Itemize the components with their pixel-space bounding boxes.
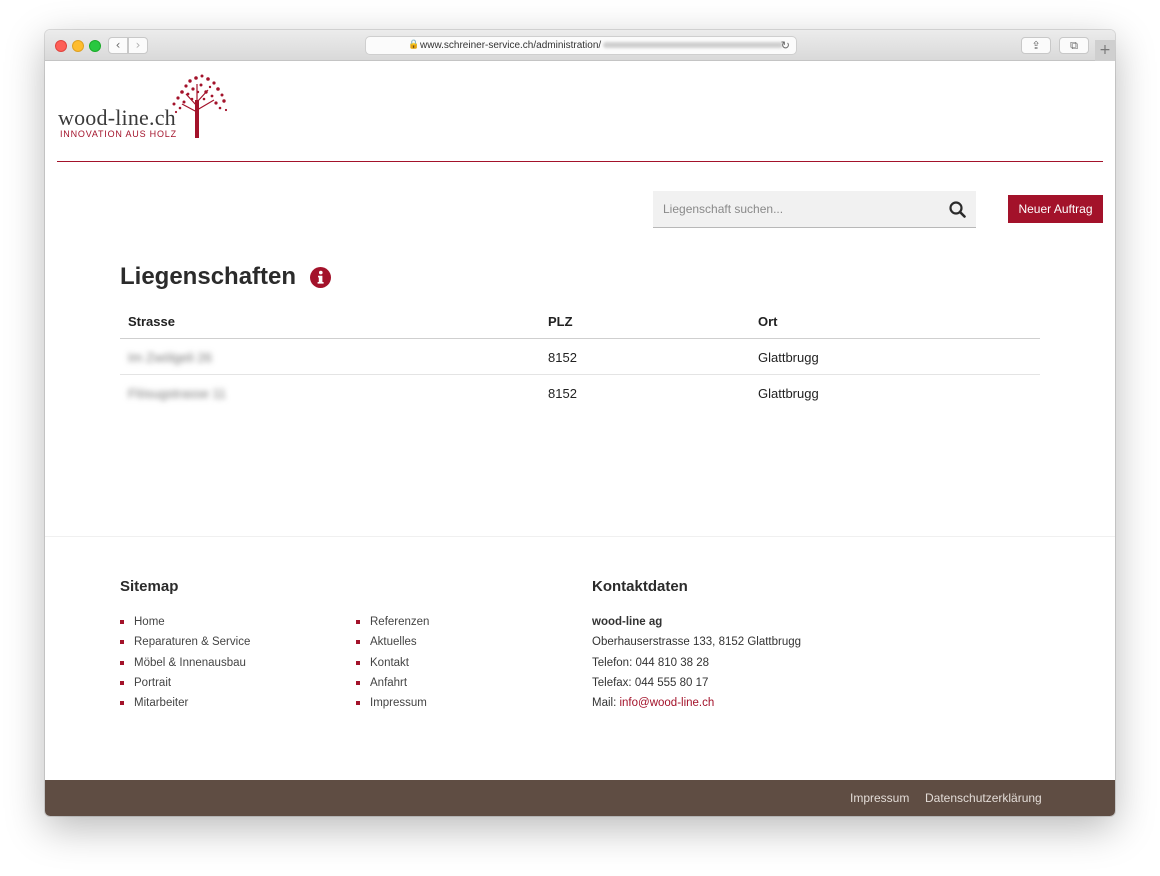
table-header: Strasse PLZ Ort	[120, 302, 1040, 339]
contact-mail-row: Mail: info@wood-line.ch	[592, 695, 801, 715]
sitemap-link-moebel[interactable]: Möbel & Innenausbau	[120, 655, 250, 675]
close-window-button[interactable]	[55, 40, 67, 52]
contact-mail-link[interactable]: info@wood-line.ch	[619, 697, 714, 709]
minimize-window-button[interactable]	[72, 40, 84, 52]
address-bar[interactable]: 🔒 www.schreiner-service.ch/administratio…	[365, 36, 797, 55]
site-logo[interactable]: wood-line.ch INNOVATION AUS HOLZ	[58, 72, 233, 144]
logo-wordmark: wood-line.ch	[58, 105, 176, 130]
screen: ‹ › 🔒 www.schreiner-service.ch/administr…	[0, 0, 1160, 876]
page-title: Liegenschaften	[120, 263, 297, 290]
search-icon[interactable]	[949, 201, 966, 218]
footer-link-datenschutz[interactable]: Datenschutzerklärung	[925, 791, 1042, 805]
footer-bottom-bar: Impressum Datenschutzerklärung	[45, 780, 1115, 816]
contact-mail-label: Mail:	[592, 697, 620, 710]
url-visible: www.schreiner-service.ch/administration/	[420, 40, 602, 51]
new-order-button[interactable]: Neuer Auftrag	[1008, 195, 1103, 223]
logo-tagline: INNOVATION AUS HOLZ	[60, 129, 177, 139]
header-plz[interactable]: PLZ	[548, 314, 573, 329]
url-obscured	[603, 42, 784, 49]
info-icon[interactable]	[310, 267, 331, 288]
footer-divider	[45, 536, 1115, 537]
property-search	[653, 191, 976, 228]
back-button[interactable]: ‹	[108, 37, 128, 54]
new-tab-button[interactable]: +	[1095, 40, 1115, 61]
cell-plz: 8152	[548, 386, 577, 401]
contact-address: Oberhauserstrasse 133, 8152 Glattbrugg	[592, 636, 802, 649]
sitemap-link-mitarbeiter[interactable]: Mitarbeiter	[120, 695, 250, 715]
sitemap-link-home[interactable]: Home	[120, 614, 250, 634]
cell-strasse[interactable]: Im Zwölgeli 26	[128, 350, 212, 365]
sitemap-title: Sitemap	[120, 578, 179, 595]
sitemap-link-aktuelles[interactable]: Aktuelles	[356, 634, 429, 654]
cell-plz: 8152	[548, 350, 577, 365]
header-divider	[57, 161, 1103, 162]
cell-ort: Glattbrugg	[758, 350, 819, 365]
footer-link-impressum[interactable]: Impressum	[850, 791, 909, 805]
header-ort[interactable]: Ort	[758, 314, 778, 329]
contact-title: Kontaktdaten	[592, 578, 688, 595]
browser-window: ‹ › 🔒 www.schreiner-service.ch/administr…	[45, 30, 1115, 816]
tree-logo-icon	[172, 74, 228, 138]
cell-ort: Glattbrugg	[758, 386, 819, 401]
sitemap-list-2: Referenzen Aktuelles Kontakt Anfahrt Imp…	[356, 614, 429, 715]
properties-table: Strasse PLZ Ort Im Zwölgeli 26 8152 Glat…	[120, 302, 1040, 411]
sitemap-link-anfahrt[interactable]: Anfahrt	[356, 675, 429, 695]
contact-phone: Telefon: 044 810 38 28	[592, 656, 710, 669]
zoom-window-button[interactable]	[89, 40, 101, 52]
url-text: www.schreiner-service.ch/administration/	[420, 37, 784, 54]
lock-icon: 🔒	[408, 40, 420, 50]
browser-titlebar: ‹ › 🔒 www.schreiner-service.ch/administr…	[45, 30, 1115, 61]
cell-strasse[interactable]: Flösugstrasse 11	[128, 386, 226, 401]
sitemap-link-referenzen[interactable]: Referenzen	[356, 614, 429, 634]
reload-icon[interactable]: ↻	[781, 37, 790, 54]
forward-button[interactable]: ›	[128, 37, 148, 54]
table-row[interactable]: Im Zwölgeli 26 8152 Glattbrugg	[120, 339, 1040, 375]
tab-overview-button[interactable]: ⧉	[1059, 37, 1089, 54]
contact-fax: Telefax: 044 555 80 17	[592, 676, 709, 689]
header-strasse[interactable]: Strasse	[128, 314, 175, 329]
sitemap-link-reparaturen[interactable]: Reparaturen & Service	[120, 634, 250, 654]
property-search-input[interactable]	[653, 191, 943, 227]
contact-block: wood-line ag Oberhauserstrasse 133, 8152…	[592, 614, 801, 715]
share-button[interactable]: ⇪	[1021, 37, 1051, 54]
sitemap-link-portrait[interactable]: Portrait	[120, 675, 250, 695]
sitemap-link-impressum[interactable]: Impressum	[356, 695, 429, 715]
table-row[interactable]: Flösugstrasse 11 8152 Glattbrugg	[120, 375, 1040, 411]
sitemap-list-1: Home Reparaturen & Service Möbel & Innen…	[120, 614, 250, 715]
sitemap-link-kontakt[interactable]: Kontakt	[356, 655, 429, 675]
contact-company: wood-line ag	[592, 616, 663, 628]
